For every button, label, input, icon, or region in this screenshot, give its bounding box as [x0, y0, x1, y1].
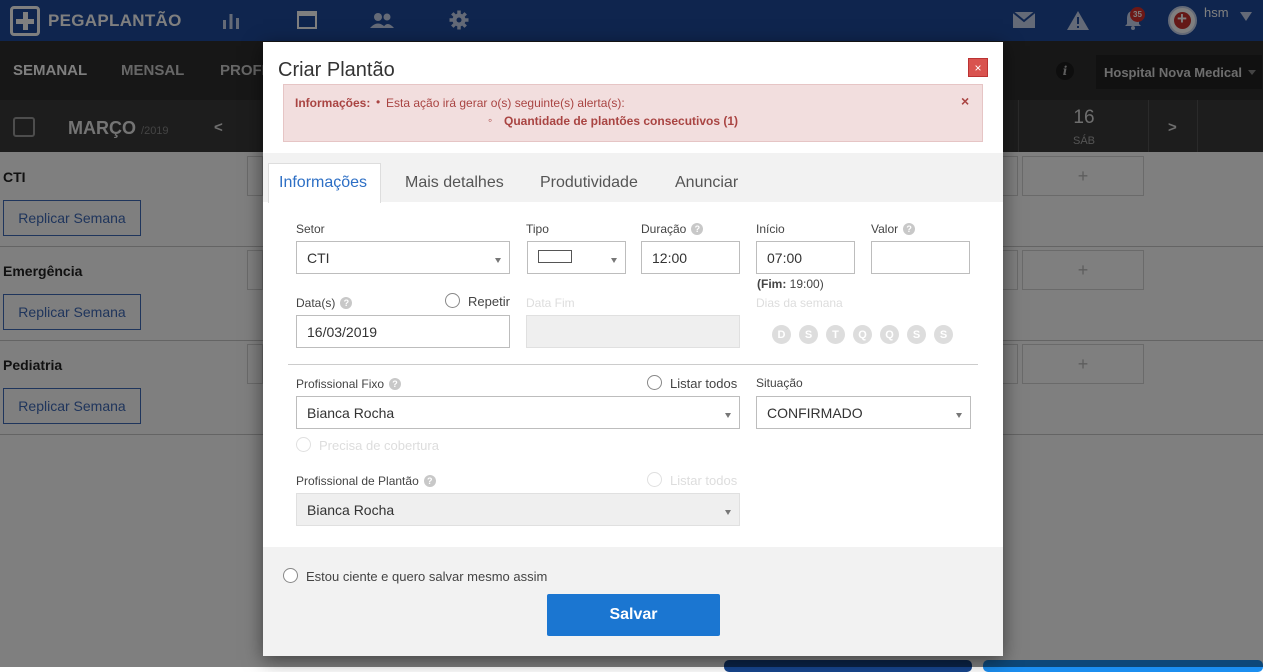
prof-fixo-label: Profissional Fixo? [296, 377, 402, 391]
repetir-radio[interactable] [445, 293, 460, 308]
prof-fixo-value: Bianca Rocha [307, 405, 395, 421]
situacao-value: CONFIRMADO [767, 405, 863, 421]
precisa-cobertura-label: Precisa de cobertura [319, 438, 439, 453]
prof-plantao-value: Bianca Rocha [307, 502, 395, 518]
help-icon: ? [423, 475, 436, 487]
data-fim-label: Data Fim [526, 296, 575, 310]
listar-todos-radio[interactable] [647, 375, 662, 390]
alert-message: Esta ação irá gerar o(s) seguinte(s) ale… [376, 95, 625, 110]
chevron-down-icon [611, 258, 617, 263]
color-swatch [538, 250, 572, 263]
section-divider [288, 364, 978, 365]
prof-plantao-label: Profissional de Plantão? [296, 474, 436, 488]
duracao-input[interactable]: 12:00 [641, 241, 740, 274]
ciente-radio[interactable] [283, 568, 298, 583]
criar-plantao-modal: Criar Plantão × Informações: Esta ação i… [263, 42, 1003, 656]
setor-value: CTI [307, 250, 330, 266]
situacao-select[interactable]: CONFIRMADO [756, 396, 971, 429]
setor-select[interactable]: CTI [296, 241, 510, 274]
weekday-toggle: Q [880, 325, 899, 344]
datas-label: Data(s)? [296, 296, 353, 310]
weekday-toggle: S [799, 325, 818, 344]
chevron-down-icon [725, 413, 731, 418]
tipo-select[interactable] [527, 241, 626, 274]
dias-semana-label: Dias da semana [756, 296, 843, 310]
chevron-down-icon [725, 510, 731, 515]
modal-title: Criar Plantão [278, 59, 395, 81]
listar-todos-label: Listar todos [670, 376, 738, 391]
setor-label: Setor [296, 222, 325, 236]
listar-todos-2-radio [647, 472, 662, 487]
weekday-toggle: Q [853, 325, 872, 344]
save-button[interactable]: Salvar [547, 594, 720, 636]
chevron-down-icon [956, 413, 962, 418]
tab-anunciar[interactable]: Anunciar [675, 174, 738, 192]
fim-text: (Fim: 19:00) [757, 277, 824, 291]
help-icon: ? [389, 378, 402, 390]
weekday-toggle: S [934, 325, 953, 344]
alert-item: Quantidade de plantões consecutivos (1) [488, 113, 738, 128]
alert-title: Informações: [295, 96, 371, 110]
data-fim-input [526, 315, 740, 348]
tab-produtividade[interactable]: Produtividade [540, 174, 638, 192]
valor-input[interactable] [871, 241, 970, 274]
alert-box: Informações: Esta ação irá gerar o(s) se… [283, 84, 983, 142]
tab-informacoes[interactable]: Informações [279, 174, 367, 192]
weekday-toggle: D [772, 325, 791, 344]
valor-label: Valor? [871, 222, 916, 236]
help-icon: ? [903, 223, 916, 235]
prof-plantao-select: Bianca Rocha [296, 493, 740, 526]
situacao-label: Situação [756, 376, 803, 390]
weekday-toggle: S [907, 325, 926, 344]
help-icon: ? [691, 223, 704, 235]
inicio-label: Início [756, 222, 785, 236]
datas-input[interactable]: 16/03/2019 [296, 315, 510, 348]
chevron-down-icon [495, 258, 501, 263]
tipo-label: Tipo [526, 222, 549, 236]
duracao-label: Duração? [641, 222, 704, 236]
repetir-label: Repetir [468, 294, 510, 309]
tab-mais-detalhes[interactable]: Mais detalhes [405, 174, 504, 192]
prof-fixo-select[interactable]: Bianca Rocha [296, 396, 740, 429]
help-icon: ? [340, 297, 353, 309]
ciente-label: Estou ciente e quero salvar mesmo assim [306, 569, 548, 584]
alert-close-icon[interactable]: × [961, 93, 969, 109]
precisa-cobertura-radio [296, 437, 311, 452]
close-icon[interactable]: × [968, 58, 988, 77]
inicio-input[interactable]: 07:00 [756, 241, 855, 274]
weekday-toggle: T [826, 325, 845, 344]
listar-todos-2-label: Listar todos [670, 473, 738, 488]
